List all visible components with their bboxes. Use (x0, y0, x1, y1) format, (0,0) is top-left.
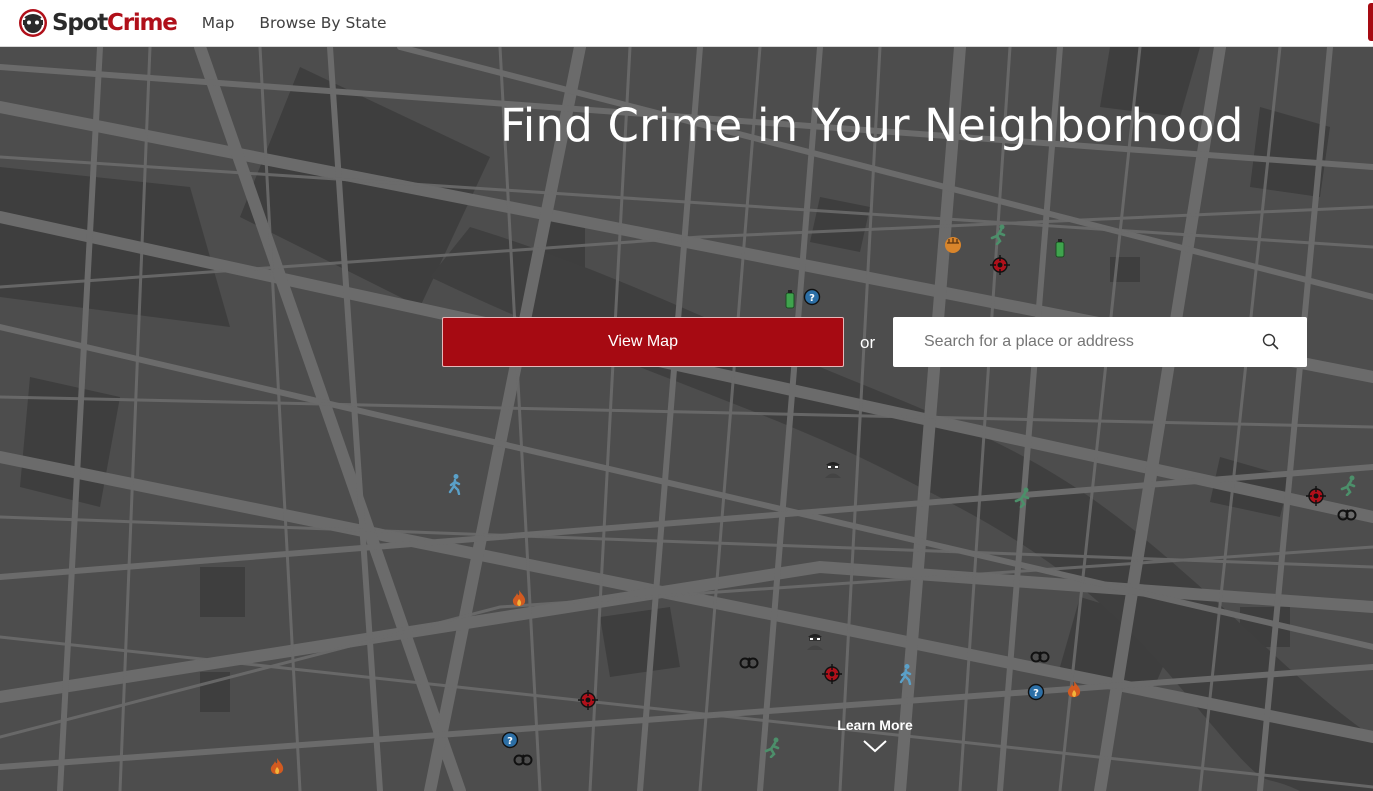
arrest-icon[interactable] (1029, 644, 1051, 666)
view-map-button[interactable]: View Map (442, 317, 844, 367)
assault-icon[interactable] (942, 233, 964, 255)
burglar-mask-icon (19, 9, 47, 37)
vandalism-icon[interactable] (779, 288, 801, 310)
search-icon[interactable] (1262, 333, 1279, 350)
arson-icon[interactable] (508, 588, 530, 610)
hero-title: Find Crime in Your Neighborhood (500, 99, 1244, 152)
search-box (893, 317, 1307, 367)
arrest-icon[interactable] (738, 650, 760, 672)
vandalism-icon[interactable] (1049, 237, 1071, 259)
other-icon[interactable]: ? (1025, 681, 1047, 703)
burglary-icon[interactable] (804, 629, 826, 651)
shooting-icon[interactable] (1305, 485, 1327, 507)
theft-icon[interactable] (895, 663, 917, 685)
shooting-icon[interactable] (989, 254, 1011, 276)
shooting-icon[interactable] (821, 663, 843, 685)
other-icon[interactable]: ? (801, 286, 823, 308)
robbery-icon[interactable] (762, 736, 784, 758)
theft-icon[interactable] (444, 473, 466, 495)
learn-more-button[interactable]: Learn More (820, 717, 930, 753)
logo-crime: Crime (107, 10, 178, 36)
search-input[interactable] (924, 318, 1274, 366)
robbery-icon[interactable] (1012, 486, 1034, 508)
chevron-down-icon (863, 740, 887, 753)
arson-icon[interactable] (266, 756, 288, 778)
logo-wordmark: SpotCrime (52, 10, 178, 36)
svg-text:?: ? (1033, 688, 1039, 699)
learn-more-label: Learn More (837, 717, 913, 733)
arrest-icon[interactable] (512, 747, 534, 769)
spotcrime-logo[interactable]: SpotCrime (18, 0, 178, 47)
robbery-icon[interactable] (1338, 474, 1360, 496)
nav-link-map[interactable]: Map (202, 14, 235, 32)
robbery-icon[interactable] (988, 223, 1010, 245)
nav-edge-accent (1368, 3, 1373, 41)
hero-section: Find Crime in Your Neighborhood View Map… (0, 47, 1373, 791)
logo-spot: Spot (52, 10, 108, 36)
shooting-icon[interactable] (577, 689, 599, 711)
background-map (0, 47, 1373, 791)
svg-text:?: ? (507, 736, 513, 747)
top-navbar: SpotCrime Map Browse By State (0, 0, 1373, 47)
nav-link-browse-by-state[interactable]: Browse By State (259, 14, 386, 32)
arrest-icon[interactable] (1336, 502, 1358, 524)
burglary-icon[interactable] (822, 457, 844, 479)
svg-text:?: ? (809, 293, 815, 304)
or-label: or (860, 333, 876, 352)
arson-icon[interactable] (1063, 679, 1085, 701)
